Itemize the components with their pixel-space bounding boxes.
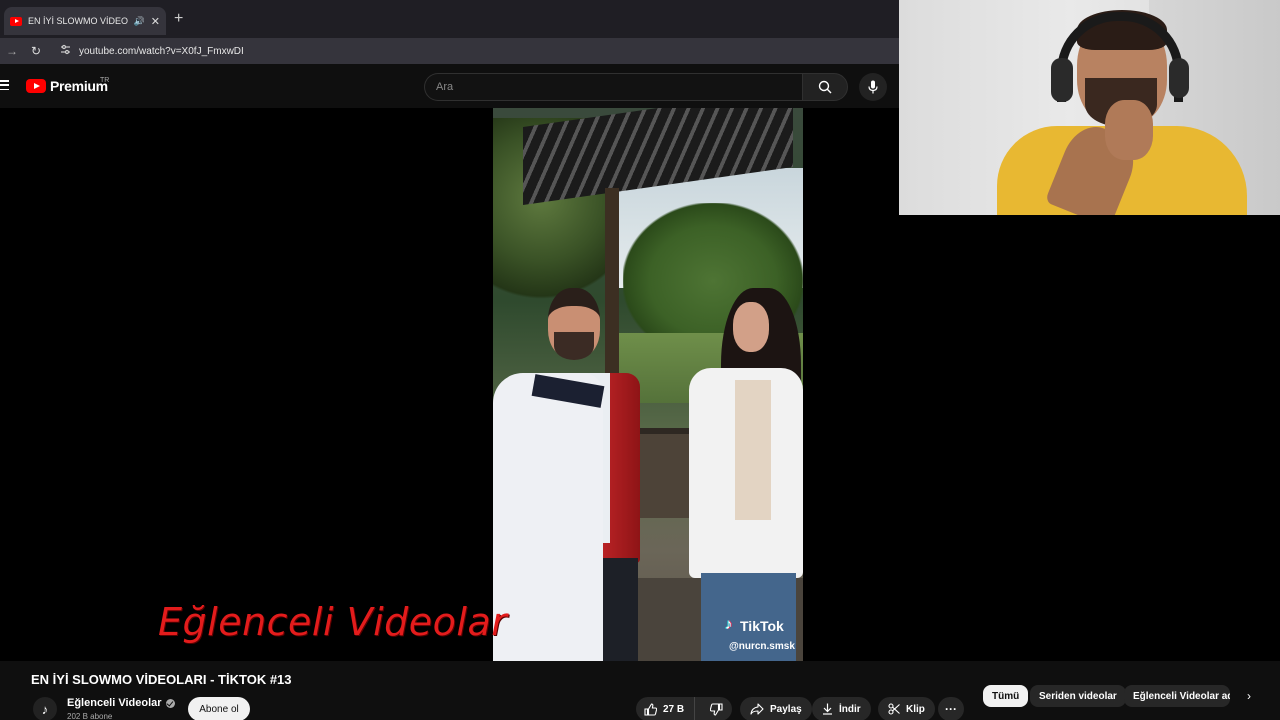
speaker-icon[interactable]: 🔊 <box>134 16 145 27</box>
chip-all[interactable]: Tümü <box>983 685 1029 707</box>
forward-arrow-icon[interactable]: → <box>0 44 24 58</box>
subscriber-count: 202 B abone <box>67 712 113 720</box>
search-bar <box>424 73 848 101</box>
channel-avatar[interactable]: ♪ <box>33 697 57 720</box>
more-actions-button[interactable]: ··· <box>938 697 964 720</box>
subscribe-button[interactable]: Abone ol <box>188 697 250 720</box>
youtube-premium-logo[interactable]: Premium <box>26 78 108 94</box>
tiktok-watermark: TikTok <box>725 616 784 634</box>
microphone-icon <box>868 80 878 94</box>
channel-watermark: Eğlenceli Videolar <box>158 600 508 644</box>
close-tab-icon[interactable]: ✕ <box>151 15 160 28</box>
chip-series-videos[interactable]: Seriden videolar <box>1030 685 1126 707</box>
browser-tab-bar: EN İYİ SLOWMO VİDEOLARI - TİKTOK #13 🔊 ✕… <box>0 0 900 38</box>
verified-check-icon <box>165 698 175 708</box>
thumbs-down-icon <box>710 702 723 716</box>
share-button[interactable]: Paylaş <box>740 697 812 720</box>
channel-name-row[interactable]: Eğlenceli Videolar <box>67 697 175 709</box>
webcam-person <box>997 8 1247 215</box>
more-dots-icon: ··· <box>945 702 957 716</box>
scene-white-sleeve <box>493 373 603 661</box>
clip-button[interactable]: Klip <box>878 697 935 720</box>
browser-tab-active[interactable]: EN İYİ SLOWMO VİDEOLARI - TİKTOK #13 🔊 ✕ <box>4 7 166 35</box>
url-text[interactable]: youtube.com/watch?v=X0fJ_FmxwDI <box>79 46 244 57</box>
dislike-button[interactable] <box>701 697 732 720</box>
tab-title: EN İYİ SLOWMO VİDEOLARI - TİKTOK #13 <box>28 16 128 26</box>
tiktok-handle: @nurcn.smsk <box>729 641 795 652</box>
youtube-header: Premium TR <box>0 64 900 108</box>
country-code: TR <box>100 77 110 84</box>
video-frame: TikTok @nurcn.smsk <box>493 108 803 661</box>
search-input[interactable] <box>424 73 802 101</box>
new-tab-button[interactable]: + <box>174 10 183 28</box>
thumbs-up-icon <box>644 702 657 716</box>
scene-woman <box>683 288 803 661</box>
clip-label: Klip <box>906 703 925 715</box>
like-dislike-group: 27 B <box>636 697 732 720</box>
channel-name[interactable]: Eğlenceli Videolar <box>67 697 162 709</box>
like-count: 27 B <box>663 703 685 715</box>
site-info-icon[interactable] <box>60 44 71 58</box>
omnibox[interactable]: youtube.com/watch?v=X0fJ_FmxwDI <box>54 40 900 62</box>
search-icon <box>818 80 832 94</box>
like-button[interactable]: 27 B <box>636 697 696 720</box>
scissors-icon <box>888 703 900 715</box>
voice-search-button[interactable] <box>859 73 887 101</box>
video-player[interactable]: TikTok @nurcn.smsk Eğlenceli Videolar <box>0 108 900 661</box>
youtube-favicon-icon <box>10 16 22 26</box>
webcam-overlay <box>899 0 1280 215</box>
youtube-logo-icon <box>26 79 46 93</box>
hamburger-menu-icon[interactable] <box>0 80 9 90</box>
share-label: Paylaş <box>770 703 802 715</box>
download-label: İndir <box>839 703 861 715</box>
reload-icon[interactable]: ↻ <box>24 44 48 58</box>
tiktok-label: TikTok <box>740 618 784 634</box>
browser-address-bar: → ↻ youtube.com/watch?v=X0fJ_FmxwDI <box>0 38 900 64</box>
download-icon <box>823 703 832 715</box>
chip-channel-videos[interactable]: Eğlenceli Videolar adlı <box>1124 685 1230 707</box>
tiktok-logo-icon <box>725 616 737 633</box>
video-title: EN İYİ SLOWMO VİDEOLARI - TİKTOK #13 <box>31 672 292 687</box>
chevron-right-icon[interactable]: › <box>1240 685 1258 707</box>
search-button[interactable] <box>802 73 848 101</box>
video-info-bar: EN İYİ SLOWMO VİDEOLARI - TİKTOK #13 ♪ E… <box>0 661 1280 720</box>
download-button[interactable]: İndir <box>812 697 871 720</box>
share-arrow-icon <box>750 703 764 715</box>
